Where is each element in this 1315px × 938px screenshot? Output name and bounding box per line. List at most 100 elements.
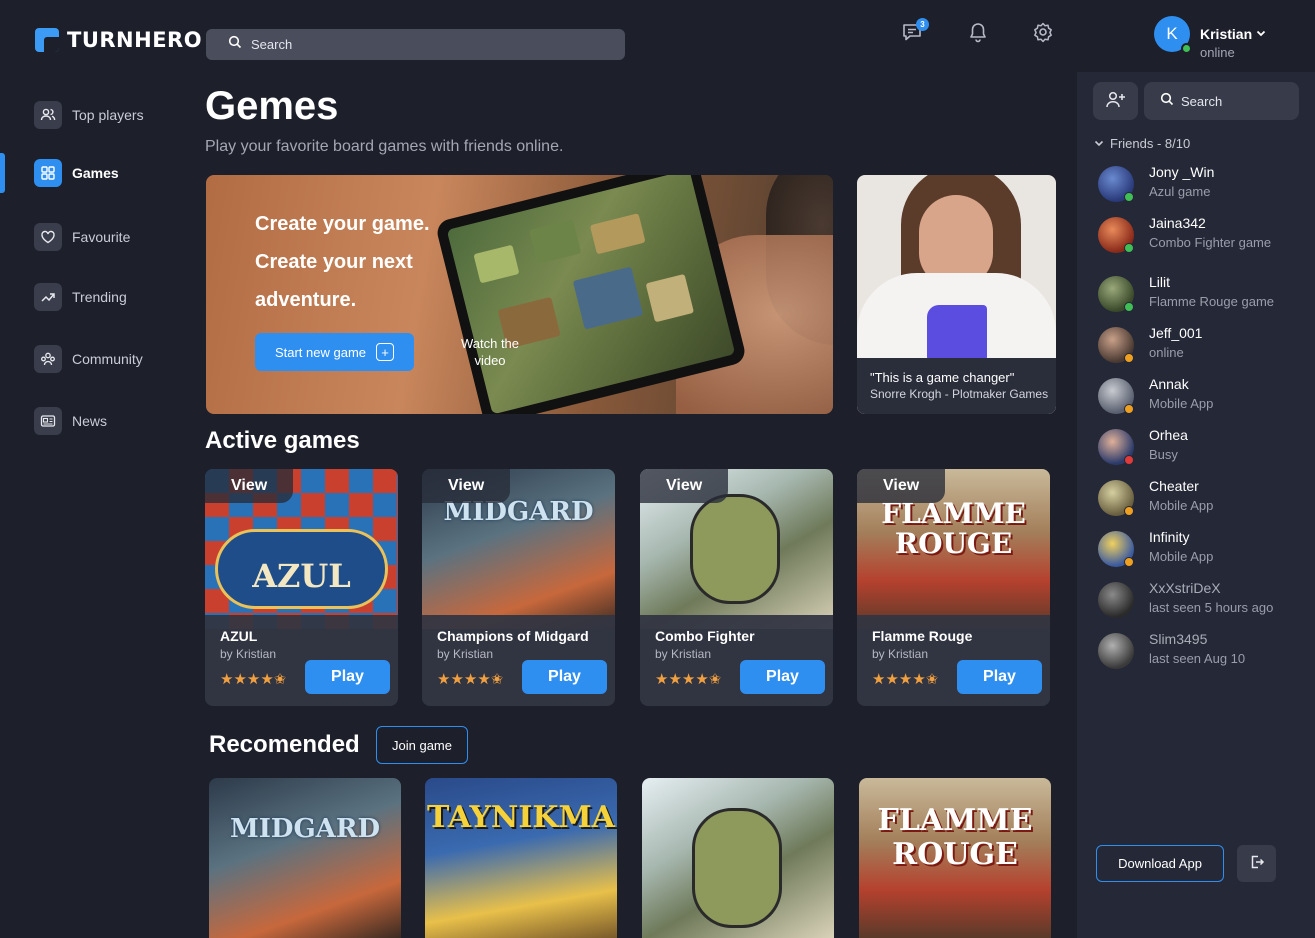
friend-status: Mobile App	[1149, 396, 1214, 411]
avatar-initial: K	[1166, 24, 1178, 43]
sidebar-item-games[interactable]: Games	[0, 153, 185, 193]
sidebar-item-trending[interactable]: Trending	[0, 277, 185, 317]
recommended-title: Recomended	[209, 731, 360, 758]
cover-title: FLAMME ROUGE	[881, 497, 1026, 560]
profile-name-dropdown[interactable]: Kristian	[1200, 26, 1267, 42]
recommended-game-card[interactable]: FLAMME ROUGE	[859, 778, 1051, 938]
messages-button[interactable]: 3	[900, 18, 929, 46]
grid-icon	[34, 159, 62, 187]
logo[interactable]: TURNHERO	[35, 28, 202, 52]
star-rating: ★★★★✬	[655, 671, 722, 688]
star-rating: ★★★★✬	[872, 671, 939, 688]
friend-item[interactable]: Jony _Win Azul game	[1098, 164, 1298, 208]
game-card: AZUL View AZUL by Kristian ★★★★✬ Play	[205, 469, 398, 706]
hero-headline: Create your game. Create your next adven…	[255, 205, 485, 319]
sidebar-item-top-players[interactable]: Top players	[0, 95, 185, 135]
card-info: Combo Fighter by Kristian ★★★★✬ Play	[640, 615, 833, 706]
sidebar-item-label: Top players	[72, 107, 144, 123]
user-profile[interactable]: K Kristian online	[1154, 16, 1267, 60]
testimonial-quote: "This is a game changer"	[870, 370, 1015, 385]
friend-name: XxXstriDeX	[1149, 580, 1221, 596]
friends-search-input[interactable]	[1181, 93, 1281, 109]
friend-status: Mobile App	[1149, 498, 1214, 513]
game-owner: by Kristian	[437, 647, 494, 661]
testimonial-caption: "This is a game changer" Snorre Krogh - …	[857, 358, 1056, 414]
friend-item[interactable]: Slim3495 last seen Aug 10	[1098, 631, 1298, 675]
search-bar[interactable]	[206, 29, 625, 60]
sidebar-item-community[interactable]: Community	[0, 339, 185, 379]
friend-item[interactable]: Lilit Flamme Rouge game	[1098, 274, 1298, 318]
friend-item[interactable]: Jaina342 Combo Fighter game	[1098, 215, 1298, 259]
search-icon	[1160, 92, 1174, 111]
gear-icon	[1032, 21, 1054, 48]
friend-status: Flamme Rouge game	[1149, 294, 1274, 309]
friends-list-toggle[interactable]: Friends - 8/10	[1094, 136, 1190, 151]
hero-banner: Create your game. Create your next adven…	[206, 175, 833, 414]
friend-item[interactable]: Jeff_001 online	[1098, 325, 1298, 369]
card-info: Champions of Midgard by Kristian ★★★★✬ P…	[422, 615, 615, 706]
shirt-logo-icon	[927, 305, 987, 361]
page-title: Gemes	[205, 84, 339, 128]
view-button[interactable]: View	[857, 469, 945, 503]
game-name: Flamme Rouge	[872, 628, 973, 644]
watch-video-link[interactable]: Watch the video	[455, 335, 525, 369]
recommended-game-card[interactable]	[642, 778, 834, 938]
friend-item[interactable]: Annak Mobile App	[1098, 376, 1298, 420]
search-input[interactable]	[251, 37, 611, 52]
presence-dot	[1124, 243, 1134, 253]
view-button[interactable]: View	[640, 469, 728, 503]
recommended-game-card[interactable]: MIDGARD	[209, 778, 401, 938]
friends-search-bar[interactable]	[1144, 82, 1299, 120]
friend-item[interactable]: Cheater Mobile App	[1098, 478, 1298, 522]
hero-line: adventure.	[255, 289, 357, 311]
presence-dot	[1124, 557, 1134, 567]
download-app-button[interactable]: Download App	[1096, 845, 1224, 882]
online-status-dot	[1181, 43, 1192, 54]
heart-icon	[34, 223, 62, 251]
game-card: FLAMME ROUGE View Flamme Rouge by Kristi…	[857, 469, 1050, 706]
friend-item[interactable]: Infinity Mobile App	[1098, 529, 1298, 573]
cover-title: FLAMME ROUGE	[877, 803, 1033, 872]
cover-title: AZUL	[252, 557, 351, 595]
join-game-button[interactable]: Join game	[376, 726, 468, 764]
game-name: Combo Fighter	[655, 628, 755, 644]
cover-title: MIDGARD	[229, 814, 381, 844]
logo-icon	[35, 28, 59, 52]
bell-icon	[967, 21, 989, 48]
presence-dot	[1124, 455, 1134, 465]
logout-button[interactable]	[1237, 845, 1276, 882]
play-button[interactable]: Play	[957, 660, 1042, 694]
settings-button[interactable]	[1031, 22, 1055, 46]
game-owner: by Kristian	[220, 647, 277, 661]
active-games-title: Active games	[205, 427, 360, 454]
view-button[interactable]: View	[422, 469, 510, 503]
play-button[interactable]: Play	[522, 660, 607, 694]
friend-status: Busy	[1149, 447, 1178, 462]
view-button[interactable]: View	[205, 469, 293, 503]
start-new-game-button[interactable]: Start new game +	[255, 333, 414, 371]
friend-item[interactable]: Orhea Busy	[1098, 427, 1298, 471]
presence-dot	[1124, 353, 1134, 363]
search-icon	[228, 35, 242, 54]
play-button[interactable]: Play	[305, 660, 390, 694]
friend-status: last seen Aug 10	[1149, 651, 1246, 666]
logout-icon	[1249, 854, 1265, 873]
game-name: Champions of Midgard	[437, 628, 589, 644]
hero-line: Create your next	[255, 251, 413, 273]
testimonial-card[interactable]: "This is a game changer" Snorre Krogh - …	[857, 175, 1056, 414]
game-owner: by Kristian	[655, 647, 712, 661]
recommended-game-card[interactable]: TAYNIKMA	[425, 778, 617, 938]
presence-dot	[1124, 506, 1134, 516]
avatar[interactable]: K	[1154, 16, 1192, 54]
friend-name: Infinity	[1149, 529, 1190, 545]
game-card: View Combo Fighter by Kristian ★★★★✬ Pla…	[640, 469, 833, 706]
friend-name: Jony _Win	[1149, 164, 1215, 180]
play-button[interactable]: Play	[740, 660, 825, 694]
sidebar-item-favourite[interactable]: Favourite	[0, 217, 185, 257]
sidebar-item-news[interactable]: News	[0, 401, 185, 441]
notifications-button[interactable]	[966, 22, 990, 46]
add-friend-button[interactable]	[1093, 82, 1138, 120]
chevron-down-icon	[1255, 26, 1267, 42]
friend-item[interactable]: XxXstriDeX last seen 5 hours ago	[1098, 580, 1298, 624]
friend-status: Combo Fighter game	[1149, 235, 1272, 250]
